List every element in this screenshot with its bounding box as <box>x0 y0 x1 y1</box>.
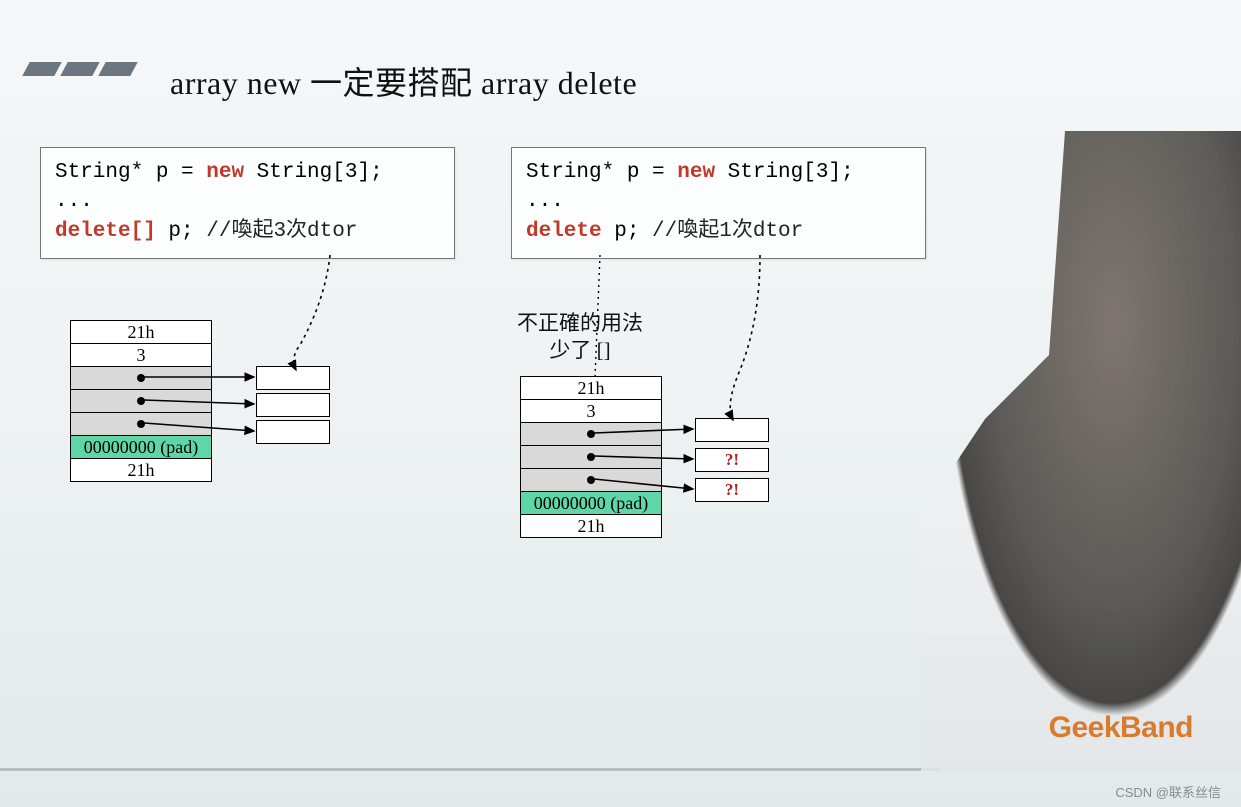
heap-object-box-warn: ?! <box>695 478 769 502</box>
memory-block-right: 21h 3 00000000 (pad) 21h <box>520 376 662 538</box>
mem-cell-pointer <box>71 367 211 390</box>
presenter-silhouette <box>921 131 1241 771</box>
mem-cell-count: 3 <box>521 400 661 423</box>
code-line: delete[] p; //喚起3次dtor <box>55 217 440 246</box>
note-incorrect-usage: 不正確的用法 少了 [] <box>505 310 655 365</box>
code-line: ... <box>526 187 911 216</box>
mem-cell-pad: 00000000 (pad) <box>521 492 661 515</box>
heap-object-box <box>256 393 330 417</box>
code-box-incorrect: String* p = new String[3]; ... delete p;… <box>511 147 926 259</box>
code-line: delete p; //喚起1次dtor <box>526 217 911 246</box>
mem-cell-pointer <box>521 423 661 446</box>
mem-cell-pointer <box>71 413 211 436</box>
heap-object-box-warn: ?! <box>695 448 769 472</box>
slide-container: array new 一定要搭配 array delete String* p =… <box>0 0 1241 807</box>
code-line: String* p = new String[3]; <box>526 158 911 187</box>
decorative-stripes <box>26 62 134 76</box>
mem-cell-header: 21h <box>521 377 661 400</box>
mem-cell-pointer <box>521 446 661 469</box>
mem-cell-header: 21h <box>71 459 211 481</box>
heap-object-box <box>256 420 330 444</box>
heap-object-box <box>256 366 330 390</box>
bottom-divider <box>0 768 940 771</box>
mem-cell-pad: 00000000 (pad) <box>71 436 211 459</box>
watermark-logo: GeekBand <box>1049 711 1193 745</box>
code-line: String* p = new String[3]; <box>55 158 440 187</box>
csdn-watermark: CSDN @联系丝信 <box>1115 782 1221 801</box>
mem-cell-header: 21h <box>521 515 661 537</box>
code-box-correct: String* p = new String[3]; ... delete[] … <box>40 147 455 259</box>
memory-block-left: 21h 3 00000000 (pad) 21h <box>70 320 212 482</box>
code-line: ... <box>55 187 440 216</box>
heap-object-box <box>695 418 769 442</box>
mem-cell-pointer <box>521 469 661 492</box>
slide-title: array new 一定要搭配 array delete <box>170 58 637 104</box>
mem-cell-header: 21h <box>71 321 211 344</box>
mem-cell-pointer <box>71 390 211 413</box>
mem-cell-count: 3 <box>71 344 211 367</box>
